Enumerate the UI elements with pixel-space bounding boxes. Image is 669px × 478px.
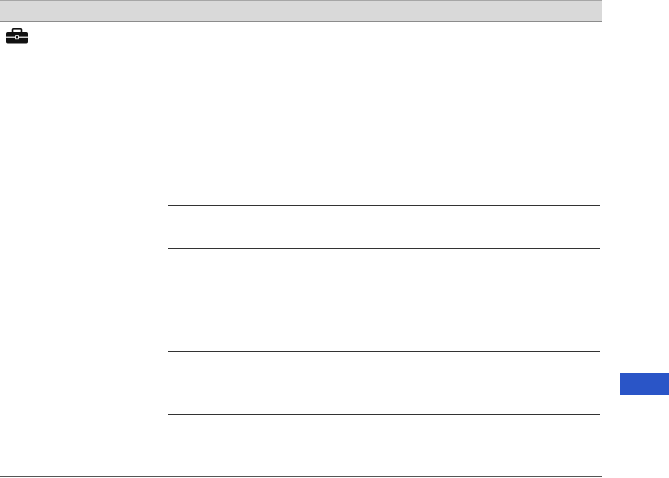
table-bottom-border [0, 476, 602, 477]
table-row-divider [168, 414, 600, 415]
table-row-divider [168, 248, 600, 249]
table-row-divider [168, 351, 600, 352]
toolbox-icon [5, 28, 29, 44]
table-header-bar [0, 0, 602, 22]
chapter-index-tab[interactable] [620, 373, 669, 395]
table-row-divider [168, 205, 600, 206]
